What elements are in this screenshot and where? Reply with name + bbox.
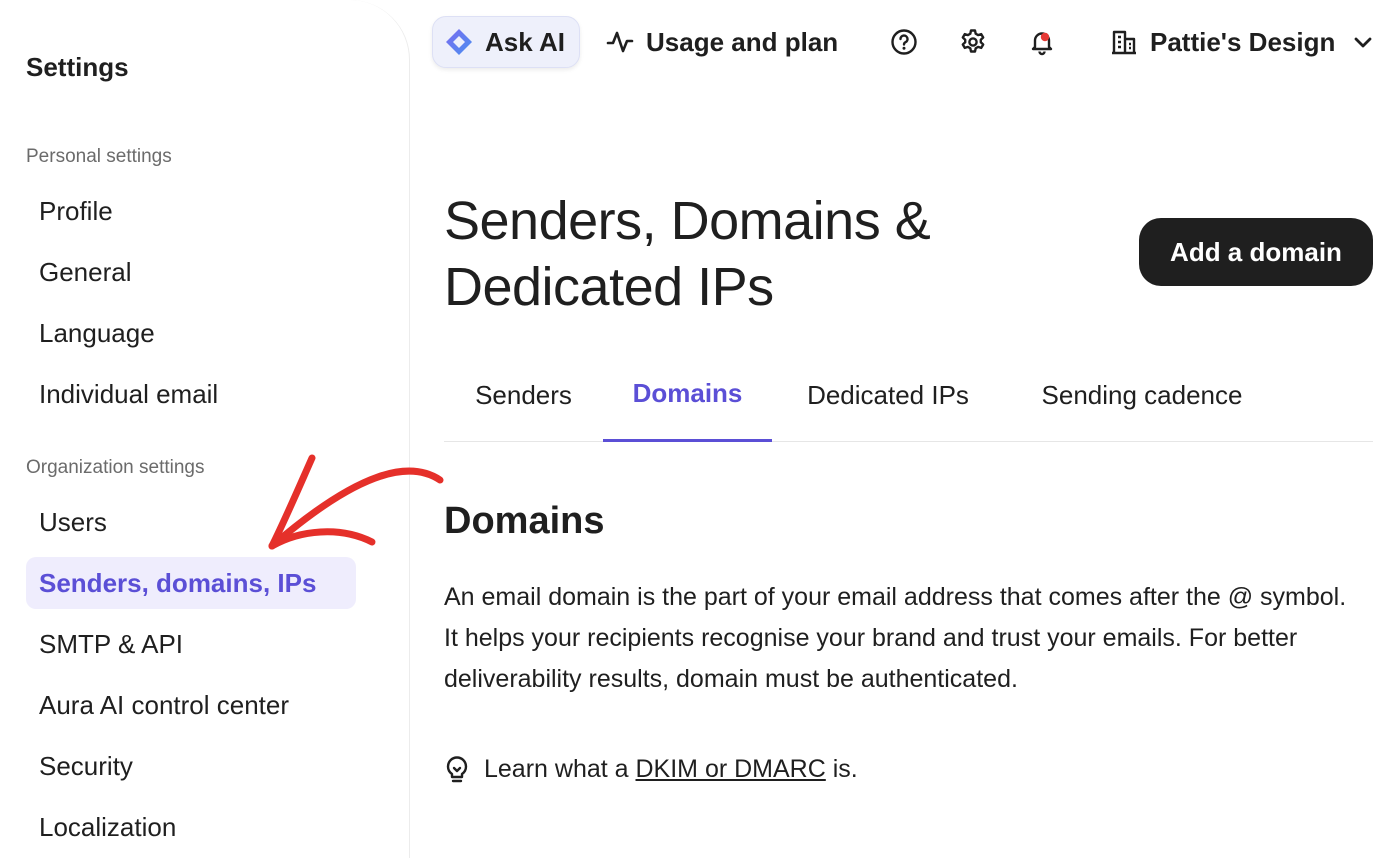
tab-sending-cadence[interactable]: Sending cadence xyxy=(1004,348,1280,442)
bell-icon[interactable] xyxy=(1026,26,1058,58)
add-domain-button[interactable]: Add a domain xyxy=(1139,218,1373,286)
learn-prefix: Learn what a xyxy=(484,755,629,783)
sidebar-item-aura-ai[interactable]: Aura AI control center xyxy=(26,679,356,731)
top-bar: Ask AI Usage and plan Pattie's Design xyxy=(410,0,1400,86)
chevron-down-icon xyxy=(1351,30,1375,54)
usage-and-plan-button[interactable]: Usage and plan xyxy=(606,16,838,68)
lightbulb-icon xyxy=(444,755,470,784)
ask-ai-button[interactable]: Ask AI xyxy=(432,16,580,68)
annotation-arrow xyxy=(268,454,444,550)
page-title: Senders, Domains & Dedicated IPs xyxy=(444,191,931,317)
sidebar-item-senders-domains-ips[interactable]: Senders, domains, IPs xyxy=(26,557,356,609)
sidebar-item-profile[interactable]: Profile xyxy=(26,185,356,237)
tab-domains[interactable]: Domains xyxy=(603,348,772,442)
sidebar-item-smtp-api[interactable]: SMTP & API xyxy=(26,618,356,670)
learn-suffix: is. xyxy=(832,755,858,783)
dkim-dmarc-link[interactable]: DKIM or DMARC xyxy=(636,755,826,783)
sidebar-title: Settings xyxy=(26,52,129,82)
building-icon xyxy=(1110,28,1138,56)
sidebar-item-security[interactable]: Security xyxy=(26,740,356,792)
help-icon[interactable] xyxy=(888,26,920,58)
learn-more-row: Learn what a DKIM or DMARC is. xyxy=(444,755,858,784)
domains-description: An email domain is the part of your emai… xyxy=(444,583,1347,693)
usage-label: Usage and plan xyxy=(646,26,839,57)
activity-icon xyxy=(606,28,634,56)
account-name: Pattie's Design xyxy=(1150,26,1336,57)
account-switcher[interactable]: Pattie's Design xyxy=(1110,16,1375,68)
sidebar-item-language[interactable]: Language xyxy=(26,307,356,359)
sidebar-item-localization[interactable]: Localization xyxy=(26,801,356,853)
tab-dedicated-ips[interactable]: Dedicated IPs xyxy=(772,348,1004,442)
sidebar-item-general[interactable]: General xyxy=(26,246,356,298)
ask-ai-label: Ask AI xyxy=(485,26,565,57)
organization-settings-label: Organization settings xyxy=(26,457,205,478)
tab-senders[interactable]: Senders xyxy=(444,348,603,442)
tabs-bar: Senders Domains Dedicated IPs Sending ca… xyxy=(444,348,1373,442)
personal-settings-label: Personal settings xyxy=(26,146,172,167)
gear-icon[interactable] xyxy=(957,26,989,58)
settings-sidebar: Settings Personal settings Profile Gener… xyxy=(0,0,410,858)
sidebar-item-individual-email[interactable]: Individual email xyxy=(26,368,356,420)
ai-sparkle-icon xyxy=(445,28,473,56)
section-heading: Domains xyxy=(444,500,605,542)
